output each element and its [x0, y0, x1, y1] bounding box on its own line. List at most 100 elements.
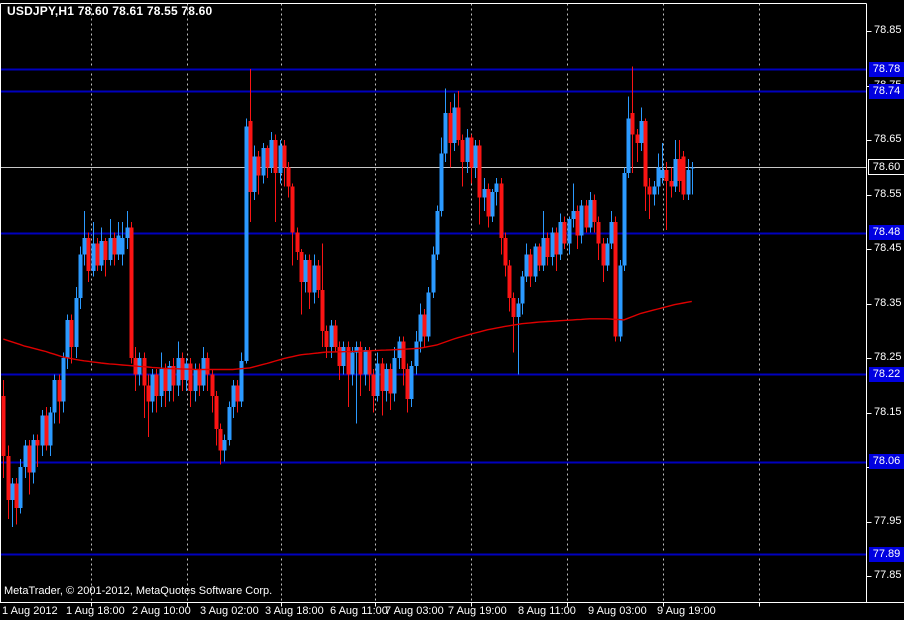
bull-candle-body	[687, 170, 691, 195]
hline-price-label: 78.06	[869, 454, 904, 469]
time-tick-label: 2 Aug 10:00	[132, 605, 191, 618]
bull-candle-body	[41, 415, 45, 445]
bull-candle-body	[619, 265, 623, 336]
bear-candle-body	[87, 238, 91, 271]
bull-candle-body	[415, 342, 419, 367]
bear-candle-body	[538, 246, 542, 265]
bull-candle-body	[542, 238, 546, 265]
bull-candle-body	[364, 350, 368, 375]
bull-candle-body	[117, 235, 121, 254]
bear-candle-body	[665, 170, 669, 181]
bear-candle-body	[504, 238, 508, 265]
bull-candle-body	[160, 369, 164, 396]
bull-candle-body	[610, 222, 614, 244]
bear-candle-body	[189, 364, 193, 391]
bull-candle-body	[453, 107, 457, 142]
bear-candle-body	[219, 429, 223, 451]
bull-candle-body	[223, 440, 227, 451]
bear-candle-body	[334, 325, 338, 347]
bear-candle-body	[206, 358, 210, 374]
bull-candle-body	[194, 369, 198, 391]
bull-candle-body	[385, 369, 389, 391]
bear-candle-body	[631, 113, 635, 135]
bull-candle-body	[623, 173, 627, 266]
bear-candle-body	[449, 113, 453, 143]
bull-candle-body	[240, 361, 244, 402]
current-price-label: 78.60	[868, 159, 904, 175]
bear-candle-body	[58, 380, 62, 402]
bull-candle-body	[559, 222, 563, 255]
bear-candle-body	[602, 244, 606, 266]
bear-candle-body	[164, 369, 168, 391]
hline-price-label: 78.78	[869, 62, 904, 77]
bull-candle-body	[410, 366, 414, 399]
bear-candle-body	[257, 156, 261, 175]
bear-candle-body	[215, 396, 219, 429]
bull-candle-body	[75, 298, 79, 347]
bull-candle-body	[661, 170, 665, 178]
price-tick-label: 78.35	[874, 297, 904, 310]
bear-candle-body	[45, 415, 49, 445]
bear-candle-body	[325, 331, 329, 347]
bear-candle-body	[198, 369, 202, 385]
bear-candle-body	[104, 241, 108, 260]
bear-candle-body	[585, 205, 589, 227]
bull-candle-body	[572, 211, 576, 219]
bear-candle-body	[368, 350, 372, 375]
bear-candle-body	[70, 320, 74, 347]
bear-candle-body	[670, 181, 674, 186]
bull-candle-body	[11, 483, 15, 499]
time-tick-label: 3 Aug 02:00	[200, 605, 259, 618]
bear-candle-body	[300, 252, 304, 282]
price-tick-label: 78.25	[874, 351, 904, 364]
bull-candle-body	[376, 364, 380, 397]
price-tick-label: 78.55	[874, 188, 904, 201]
bull-candle-body	[491, 192, 495, 217]
price-tick-label: 78.15	[874, 406, 904, 419]
bull-candle-body	[253, 156, 257, 191]
bull-candle-body	[100, 241, 104, 266]
bear-candle-body	[461, 140, 465, 162]
bear-candle-body	[113, 238, 117, 254]
bull-candle-body	[109, 238, 113, 260]
chart-canvas[interactable]	[0, 0, 904, 620]
bull-candle-body	[83, 238, 87, 254]
bull-candle-body	[245, 126, 249, 360]
bear-candle-body	[402, 342, 406, 369]
bull-candle-body	[568, 219, 572, 244]
time-tick-label: 8 Aug 11:00	[518, 605, 576, 618]
price-tick-label: 77.85	[874, 569, 904, 582]
bear-candle-body	[236, 385, 240, 401]
bull-candle-body	[304, 260, 308, 282]
bear-candle-body	[36, 440, 40, 445]
bear-candle-body	[381, 364, 385, 391]
bull-candle-body	[121, 238, 125, 254]
metatrader-chart-window: USDJPY,H1 78.60 78.61 78.55 78.60 MetaTr…	[0, 0, 904, 620]
bear-candle-body	[644, 121, 648, 186]
bear-candle-body	[648, 186, 652, 194]
bull-candle-body	[342, 347, 346, 366]
bull-candle-body	[474, 146, 478, 168]
time-tick-label: 1 Aug 18:00	[66, 605, 125, 618]
bear-candle-body	[597, 222, 601, 244]
bull-candle-body	[79, 255, 83, 299]
bull-candle-body	[534, 246, 538, 276]
hline-price-label: 77.89	[869, 547, 904, 562]
bull-candle-body	[440, 154, 444, 211]
bull-candle-body	[126, 227, 130, 238]
bull-candle-body	[657, 167, 661, 186]
price-tick-label: 78.85	[874, 24, 904, 37]
bull-candle-body	[92, 244, 96, 271]
bull-candle-body	[466, 137, 470, 162]
bull-candle-body	[351, 353, 355, 375]
time-tick-label: 7 Aug 19:00	[448, 605, 507, 618]
time-tick-label: 6 Aug 11:00	[330, 605, 388, 618]
bear-candle-body	[500, 184, 504, 239]
bull-candle-body	[185, 364, 189, 380]
bull-candle-body	[313, 265, 317, 292]
bull-candle-body	[525, 255, 529, 277]
bear-candle-body	[423, 314, 427, 336]
bear-candle-body	[529, 255, 533, 277]
bear-candle-body	[130, 227, 134, 358]
bull-candle-body	[262, 148, 266, 175]
